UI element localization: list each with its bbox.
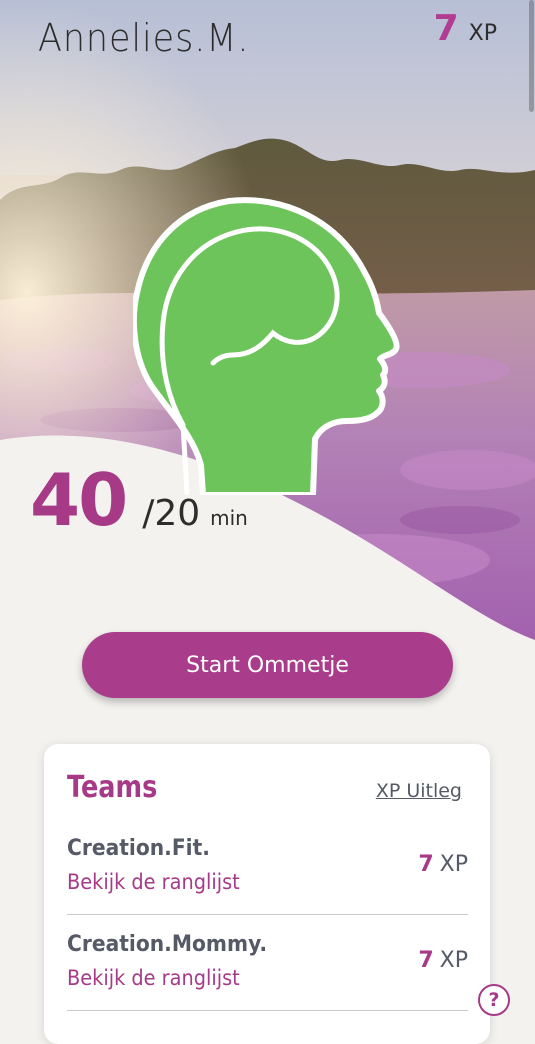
team-name: Creation.Fit. — [67, 836, 210, 861]
minutes-progress: 40 /20 min — [30, 458, 248, 542]
help-icon[interactable]: ? — [478, 984, 510, 1016]
team-xp: 7 XP — [418, 852, 468, 877]
team-row: Creation.Mommy. Bekijk de ranglijst 7 XP — [67, 930, 468, 1020]
user-name: Annelies.M. — [38, 16, 250, 60]
ranking-link[interactable]: Bekijk de ranglijst — [67, 966, 240, 990]
teams-title: Teams — [67, 770, 158, 805]
head-brain-icon — [133, 197, 400, 495]
start-ommetje-button[interactable]: Start Ommetje — [82, 632, 453, 698]
scrollbar[interactable] — [529, 0, 534, 112]
minutes-unit: min — [210, 506, 248, 530]
minutes-done: 40 — [30, 458, 128, 542]
team-xp-value: 7 — [418, 852, 434, 877]
team-xp: 7 XP — [418, 948, 468, 973]
xp-total: 7 XP — [434, 8, 497, 49]
teams-header: Teams XP Uitleg — [67, 770, 462, 805]
xp-total-value: 7 — [433, 8, 459, 49]
xp-total-unit: XP — [468, 21, 497, 46]
team-xp-unit: XP — [439, 852, 468, 877]
team-name: Creation.Mommy. — [67, 932, 268, 957]
team-row: Creation.Fit. Bekijk de ranglijst 7 XP — [67, 834, 468, 924]
minutes-goal: /20 — [142, 493, 201, 534]
team-xp-unit: XP — [439, 948, 468, 973]
divider — [67, 914, 468, 915]
ranking-link[interactable]: Bekijk de ranglijst — [67, 870, 240, 894]
team-xp-value: 7 — [418, 948, 434, 973]
teams-card: Teams XP Uitleg Creation.Fit. Bekijk de … — [44, 744, 490, 1044]
xp-explain-link[interactable]: XP Uitleg — [376, 780, 462, 802]
divider — [67, 1010, 468, 1011]
